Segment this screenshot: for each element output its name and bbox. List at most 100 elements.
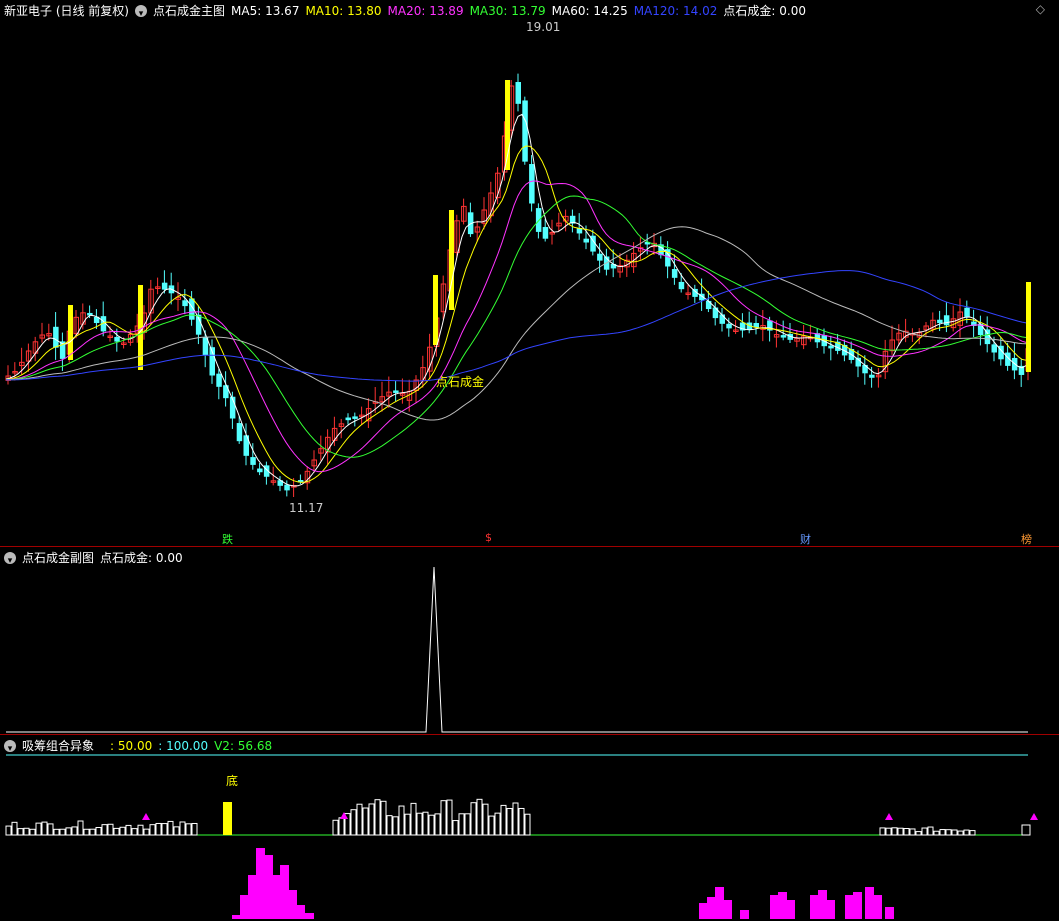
absorb-bar: [452, 820, 459, 836]
absorb-bar: [191, 822, 198, 836]
absorb-bar: [524, 813, 531, 836]
candle-body: [597, 253, 603, 261]
absorb-magenta-bar: [885, 907, 894, 919]
absorb-magenta-bar: [810, 895, 819, 919]
absorb-bar: [885, 827, 892, 836]
absorb-bar: [909, 828, 916, 836]
candlestick-chart[interactable]: [0, 0, 1059, 547]
absorb-bar: [332, 819, 339, 836]
low-price-label: 11.17: [289, 501, 324, 515]
absorb-magenta-bar: [232, 915, 241, 919]
absorb-bar: [173, 826, 180, 836]
absorb-bar: [167, 820, 174, 836]
absorb-bar: [404, 813, 411, 836]
ma10-line: [5, 145, 1027, 483]
candle-body: [182, 300, 188, 307]
candle-body: [202, 337, 209, 356]
ma5-line: [5, 113, 1027, 487]
absorb-bar: [933, 830, 940, 836]
absorb-bar: [482, 803, 489, 836]
absorb-bar: [957, 830, 964, 836]
absorb-magenta-bar: [280, 865, 289, 919]
main-chart-panel[interactable]: 新亚电子 (日线 前复权) ▾ 点石成金主图 MA5: 13.67 MA10: …: [0, 0, 1059, 547]
absorb-bar: [179, 821, 186, 836]
absorb-bar: [77, 820, 84, 836]
absorb-bar: [35, 822, 42, 836]
candle-body: [583, 238, 589, 243]
candle-body: [678, 281, 685, 290]
sub-chart-panel[interactable]: ▾ 点石成金副图 点石成金: 0.00: [0, 547, 1059, 735]
absorb-bar: [518, 807, 525, 836]
candle-body: [257, 468, 263, 473]
absorb-bar: [488, 815, 495, 836]
absorb-magenta-bar: [305, 913, 314, 919]
candle-body: [216, 373, 222, 387]
absorb-magenta-bar: [770, 895, 779, 919]
absorb-bar: [137, 824, 144, 836]
candle-body: [236, 423, 243, 442]
absorb-bar: [59, 828, 66, 836]
candle-body: [352, 416, 358, 419]
absorb-bar: [11, 821, 18, 836]
absorb-bar: [963, 829, 970, 836]
absorb-indicator-chart: [5, 754, 1038, 919]
candle-body: [576, 228, 583, 234]
absorb-bar: [356, 803, 363, 836]
absorb-bar: [476, 798, 483, 836]
absorb-bar: [65, 827, 72, 836]
absorb-bar: [5, 825, 12, 836]
absorb-bar: [879, 827, 886, 836]
absorb-bar: [131, 828, 138, 836]
candle-body: [87, 312, 93, 316]
absorb-bar: [143, 828, 150, 836]
candle-body: [542, 227, 549, 239]
absorb-bar: [410, 802, 417, 836]
absorb-magenta-bar: [845, 895, 854, 919]
absorb-bar: [470, 802, 477, 836]
absorb-bar: [185, 823, 192, 836]
candle-body: [869, 374, 875, 378]
candle-body: [250, 457, 256, 465]
candle-body: [284, 484, 290, 491]
absorb-bar: [380, 800, 387, 836]
absorb-bar: [95, 826, 102, 836]
candle-body: [780, 335, 787, 338]
candle-body: [114, 336, 120, 342]
mark-cai: 财: [800, 533, 811, 546]
absorb-magenta-bar: [826, 900, 835, 919]
absorb-bar: [392, 816, 399, 836]
candle-body: [964, 307, 970, 317]
absorb-bar: [951, 829, 958, 836]
absorb-bar: [903, 828, 910, 836]
absorb-magenta-bar: [723, 900, 732, 919]
absorb-bar: [891, 827, 898, 836]
absorb-bar: [362, 807, 369, 836]
absorb-bar: [350, 809, 357, 836]
absorb-magenta-bar: [248, 875, 257, 919]
absorb-bar: [1021, 824, 1031, 836]
absorb-bar: [500, 804, 507, 836]
absorb-bar: [149, 824, 156, 836]
absorb-bar: [506, 808, 513, 836]
absorb-magenta-bar: [715, 887, 724, 919]
absorb-magenta-bar: [264, 855, 273, 919]
absorb-chart-panel[interactable]: ▾ 吸筹组合异象 : 50.00 : 100.00 V2: 56.68 底: [0, 735, 1059, 921]
dscj-line: [6, 566, 1028, 733]
triangle-icon: [1030, 813, 1038, 820]
absorb-bar: [428, 814, 435, 836]
absorb-bar: [83, 828, 90, 836]
absorb-bar: [23, 827, 30, 836]
absorb-bar: [512, 802, 519, 836]
absorb-bar: [368, 803, 375, 836]
absorb-magenta-bar: [740, 910, 749, 919]
absorb-bar: [113, 827, 120, 836]
candle-body: [726, 323, 732, 329]
absorb-magenta-bar: [778, 892, 787, 919]
triangle-icon: [885, 813, 893, 820]
candle-body: [529, 164, 535, 204]
absorb-bar: [71, 826, 78, 836]
candle-body: [161, 282, 168, 290]
absorb-bar: [41, 821, 48, 836]
ma30-line: [5, 195, 1027, 458]
candle-body: [393, 390, 399, 393]
